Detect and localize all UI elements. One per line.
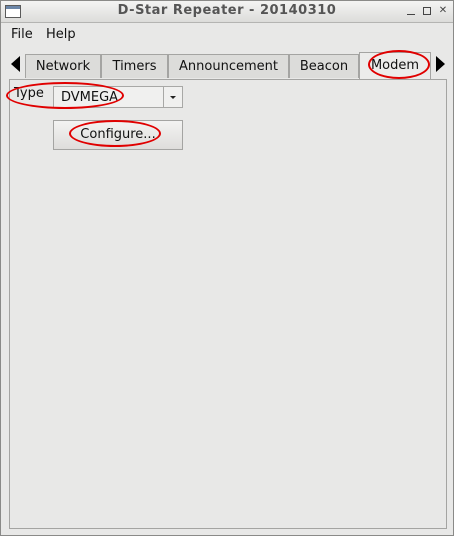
tab-bar: Network Timers Announcement Beacon Modem: [1, 51, 453, 79]
configure-button[interactable]: Configure...: [53, 120, 183, 150]
title-bar[interactable]: D-Star Repeater - 20140310 ✕: [1, 1, 453, 23]
window-icon[interactable]: [5, 5, 21, 18]
type-label: Type: [14, 86, 44, 101]
app-window: D-Star Repeater - 20140310 ✕ File Help N…: [0, 0, 454, 536]
maximize-icon[interactable]: [421, 5, 433, 17]
scroll-tabs-right-icon[interactable]: [436, 56, 445, 72]
minimize-icon[interactable]: [405, 5, 417, 17]
type-select-value: DVMEGA: [61, 90, 119, 105]
type-select[interactable]: DVMEGA: [53, 86, 183, 108]
menu-bar: File Help: [1, 23, 453, 45]
tab-announcement[interactable]: Announcement: [168, 54, 289, 78]
tab-modem[interactable]: Modem: [359, 52, 431, 79]
close-icon[interactable]: ✕: [437, 5, 449, 17]
tab-timers[interactable]: Timers: [101, 54, 168, 78]
menu-file[interactable]: File: [11, 27, 33, 42]
chevron-down-icon[interactable]: [163, 87, 182, 107]
menu-help[interactable]: Help: [46, 27, 76, 42]
tab-beacon[interactable]: Beacon: [289, 54, 359, 78]
window-title: D-Star Repeater - 20140310: [117, 3, 337, 18]
scroll-tabs-left-icon[interactable]: [11, 56, 20, 72]
tab-network[interactable]: Network: [25, 54, 101, 78]
